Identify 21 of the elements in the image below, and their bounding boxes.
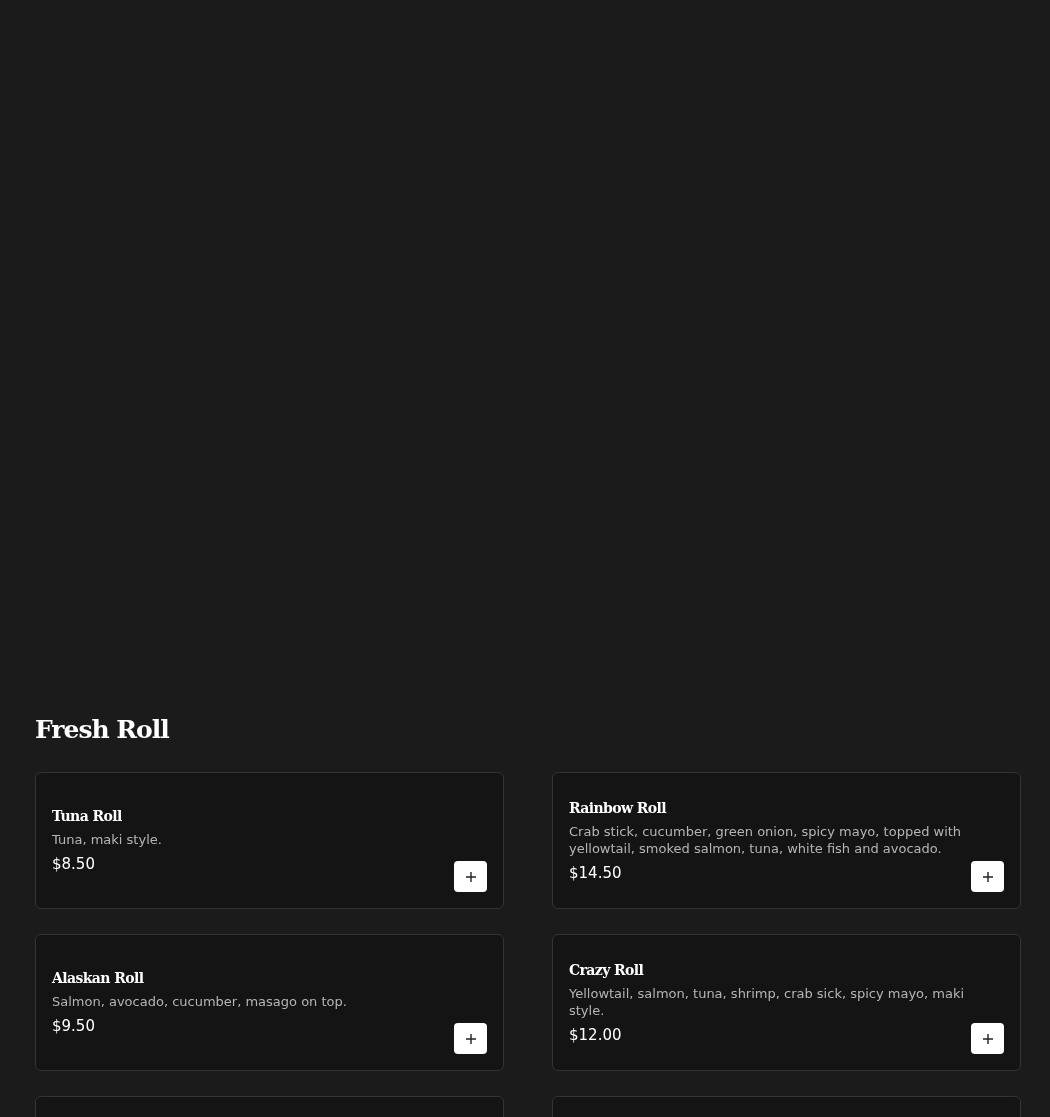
item-price: $12.00 — [569, 1025, 622, 1044]
item-price: $8.50 — [52, 855, 95, 873]
item-price: $14.50 — [569, 863, 622, 882]
item-name: Alaskan Roll — [52, 970, 144, 986]
add-button[interactable] — [454, 861, 487, 892]
item-price: $9.50 — [52, 1017, 95, 1035]
plus-icon — [465, 871, 476, 882]
item-description: Tuna, maki style. — [52, 831, 163, 848]
plus-icon — [982, 1033, 993, 1044]
add-button[interactable] — [454, 1023, 487, 1054]
add-button[interactable] — [971, 861, 1004, 892]
plus-icon — [982, 871, 993, 882]
item-description: Crab stick, cucumber, green onion, spicy mayo, topped with yellowtail, smoked salmon, tuna, white fish and avocado. — [569, 822, 963, 857]
add-button[interactable] — [971, 1023, 1004, 1054]
item-description: Yellowtail, salmon, tuna, shrimp, crab sick, spicy mayo, maki style. — [569, 984, 966, 1019]
section-title: Fresh Roll — [35, 714, 170, 746]
item-description: Salmon, avocado, cucumber, masago on top. — [52, 993, 348, 1010]
plus-icon — [465, 1033, 476, 1044]
item-name: Crazy Roll — [569, 961, 644, 978]
item-name: Tuna Roll — [52, 808, 122, 824]
item-name: Rainbow Roll — [569, 799, 666, 816]
